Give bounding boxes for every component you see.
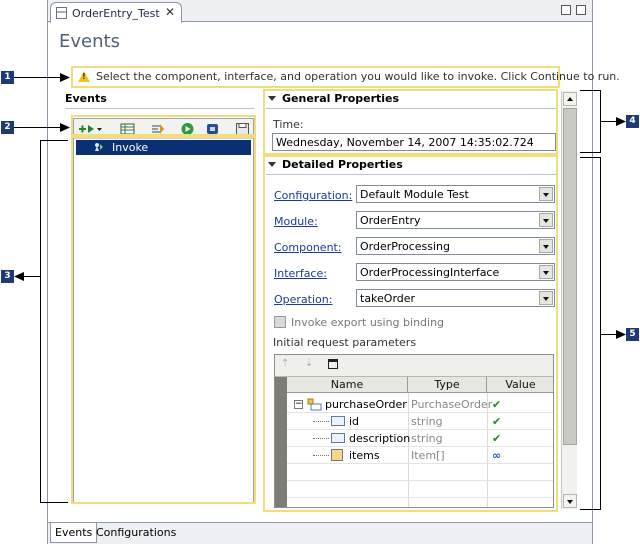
callout-line (600, 334, 617, 335)
minimize-icon[interactable] (561, 5, 571, 15)
bracket-line (580, 90, 601, 91)
callout-2: 2 (1, 121, 14, 134)
callout-5: 5 (626, 328, 639, 341)
bracket-line (600, 157, 601, 510)
editor-tabbar: OrderEntry_Test ✕ (48, 0, 592, 23)
tab-label: OrderEntry_Test (72, 7, 160, 20)
callout-4: 4 (626, 115, 639, 128)
highlight-info-bar (71, 66, 560, 88)
highlight-detailed-properties (263, 155, 558, 512)
highlight-general-properties (263, 89, 558, 155)
arrowhead-icon (616, 330, 626, 339)
bottom-tabbar: Events Configurations (48, 522, 592, 544)
callout-1: 1 (1, 71, 14, 84)
bracket-line (580, 152, 601, 153)
bracket-line (580, 157, 601, 158)
events-panel-title: Events (65, 92, 107, 105)
arrowhead-icon (616, 117, 626, 126)
bracket-line (580, 509, 601, 510)
properties-scrollbar[interactable] (561, 91, 577, 509)
tab-events[interactable]: Events (50, 523, 98, 543)
highlight-toolbar (71, 115, 256, 136)
arrowhead-icon (60, 73, 70, 82)
highlight-events-tree (71, 136, 256, 504)
scroll-up-icon[interactable] (563, 92, 577, 106)
maximize-icon[interactable] (576, 5, 586, 15)
arrowhead-icon (60, 123, 70, 132)
callout-3: 3 (1, 270, 14, 283)
tab-orderentry-test[interactable]: OrderEntry_Test ✕ (50, 2, 182, 23)
scroll-down-icon[interactable] (563, 494, 577, 508)
callout-line (600, 121, 617, 122)
callout-line (22, 276, 40, 277)
bracket-line (600, 90, 601, 153)
events-title-rule (65, 108, 254, 109)
bracket-line (40, 140, 41, 503)
test-file-icon (56, 7, 67, 19)
page-title: Events (59, 31, 120, 52)
scroll-thumb[interactable] (563, 108, 577, 445)
bracket-line (40, 502, 68, 503)
bracket-line (40, 140, 68, 141)
close-icon[interactable]: ✕ (165, 5, 175, 19)
tab-configurations[interactable]: Configurations (92, 523, 180, 543)
